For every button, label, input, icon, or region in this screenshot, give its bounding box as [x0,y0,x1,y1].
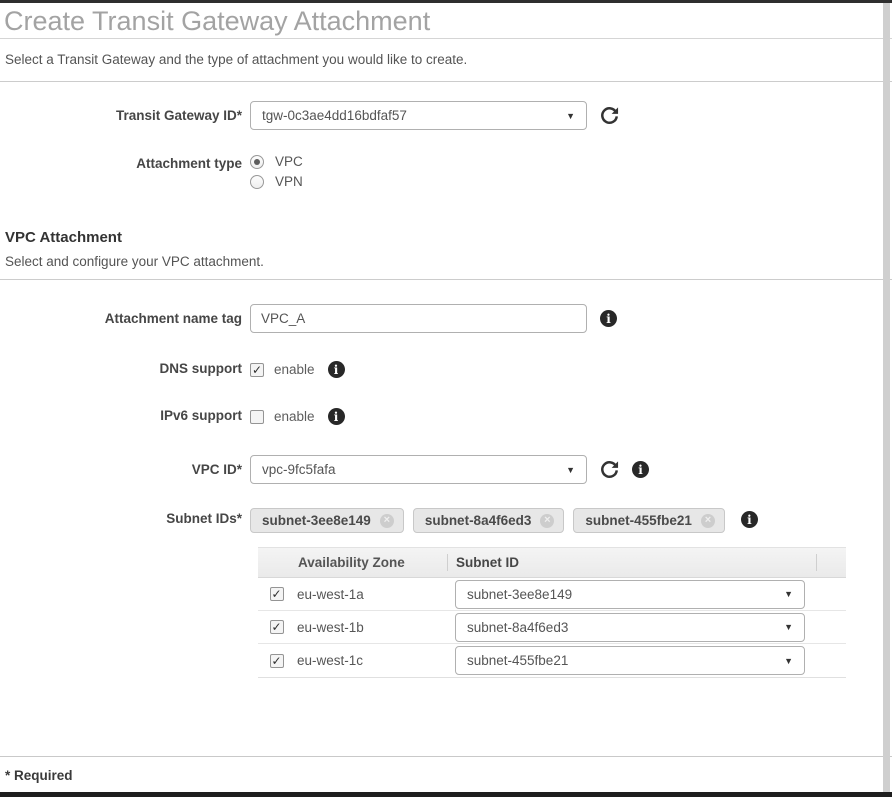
info-icon[interactable]: i [740,511,758,528]
page-title: Create Transit Gateway Attachment [4,6,431,36]
info-icon[interactable]: i [327,361,345,378]
page-description: Select a Transit Gateway and the type of… [0,39,892,82]
availability-zone-value: eu-west-1b [297,619,364,635]
page-header: Create Transit Gateway Attachment [0,3,892,39]
subnet-ids-label: Subnet IDs* [166,511,242,526]
info-icon[interactable]: i [632,461,649,478]
subnet-id-select[interactable]: subnet-3ee8e149 ▼ [455,579,805,609]
refresh-vpc-button[interactable] [600,460,619,479]
table-row: ✓ eu-west-1c subnet-455fbe21 ▼ [258,644,846,677]
attachment-type-vpc-label: VPC [275,154,303,169]
vpc-attachment-description: Select and configure your VPC attachment… [0,254,892,280]
availability-zone-value: eu-west-1a [297,586,364,602]
required-note: * Required [0,756,892,792]
attachment-name-tag-input[interactable] [250,304,587,333]
ipv6-support-label: IPv6 support [160,408,242,423]
subnet-tag-text: subnet-3ee8e149 [262,513,371,528]
subnet-id-value: subnet-3ee8e149 [467,586,573,602]
subnet-tag-text: subnet-8a4f6ed3 [424,513,532,528]
subnet-selection-table: Availability Zone Subnet ID ✓ eu-west-1a… [258,547,846,678]
availability-zone-column-header: Availability Zone [298,555,405,570]
radio-button-vpc[interactable] [250,154,264,169]
radio-button-vpn[interactable] [250,174,264,189]
remove-subnet-icon[interactable]: × [700,513,715,528]
subnet-id-value: subnet-8a4f6ed3 [467,619,569,635]
create-transit-gateway-attachment-page: Create Transit Gateway Attachment Select… [0,0,892,797]
subnet-tag-text: subnet-455fbe21 [585,513,692,528]
remove-subnet-icon[interactable]: × [540,513,555,528]
refresh-icon [601,461,619,478]
dns-support-enable-label: enable [274,362,315,377]
table-header-row: Availability Zone Subnet ID [258,547,846,578]
az-row-checkbox[interactable]: ✓ [269,653,284,668]
ipv6-support-checkbox[interactable] [250,409,264,424]
chevron-down-icon: ▼ [566,110,575,121]
attachment-type-option-vpn[interactable]: VPN [250,174,303,189]
attachment-name-tag-label: Attachment name tag [104,311,242,326]
subnet-tag: subnet-8a4f6ed3 × [412,508,565,533]
subnet-id-select[interactable]: subnet-455fbe21 ▼ [455,646,805,675]
attachment-type-option-vpc[interactable]: VPC [250,154,303,169]
transit-gateway-id-label: Transit Gateway ID* [115,108,242,123]
dns-support-checkbox[interactable]: ✓ [250,362,264,377]
vpc-attachment-form-section: Attachment name tag i DNS support ✓ enab… [0,280,892,678]
scrollbar[interactable] [883,3,890,792]
vpc-id-label: VPC ID* [191,462,242,477]
az-row-checkbox[interactable]: ✓ [269,587,284,601]
attachment-type-vpn-label: VPN [275,174,303,189]
info-icon[interactable]: i [600,310,617,327]
vpc-id-select[interactable]: vpc-9fc5fafa ▼ [250,455,587,484]
column-divider [816,554,817,571]
remove-subnet-icon[interactable]: × [379,513,394,528]
refresh-icon [601,107,619,124]
availability-zone-value: eu-west-1c [297,653,364,668]
subnet-id-column-header: Subnet ID [456,555,519,570]
table-row: ✓ eu-west-1b subnet-8a4f6ed3 ▼ [258,611,846,644]
subnet-id-value: subnet-455fbe21 [467,653,569,668]
transit-gateway-id-select[interactable]: tgw-0c3ae4dd16bdfaf57 ▼ [250,101,587,130]
ipv6-support-enable-label: enable [274,409,315,424]
chevron-down-icon: ▼ [784,622,793,632]
refresh-transit-gateway-button[interactable] [600,106,619,125]
subnet-id-select[interactable]: subnet-8a4f6ed3 ▼ [455,612,805,642]
gateway-form-section: Transit Gateway ID* tgw-0c3ae4dd16bdfaf5… [0,82,892,189]
info-icon[interactable]: i [327,408,345,425]
vpc-attachment-heading: VPC Attachment [5,229,122,246]
chevron-down-icon: ▼ [566,464,575,475]
window-bottom-edge [0,792,892,797]
chevron-down-icon: ▼ [784,655,793,666]
subnet-tag: subnet-3ee8e149 × [250,508,404,533]
chevron-down-icon: ▼ [784,589,793,599]
vpc-id-value: vpc-9fc5fafa [262,462,336,477]
transit-gateway-id-value: tgw-0c3ae4dd16bdfaf57 [262,108,407,123]
dns-support-label: DNS support [159,361,243,376]
subnet-tag: subnet-455fbe21 × [573,508,725,533]
az-row-checkbox[interactable]: ✓ [269,620,284,634]
table-row: ✓ eu-west-1a subnet-3ee8e149 ▼ [258,578,846,611]
attachment-type-label: Attachment type [136,156,242,171]
